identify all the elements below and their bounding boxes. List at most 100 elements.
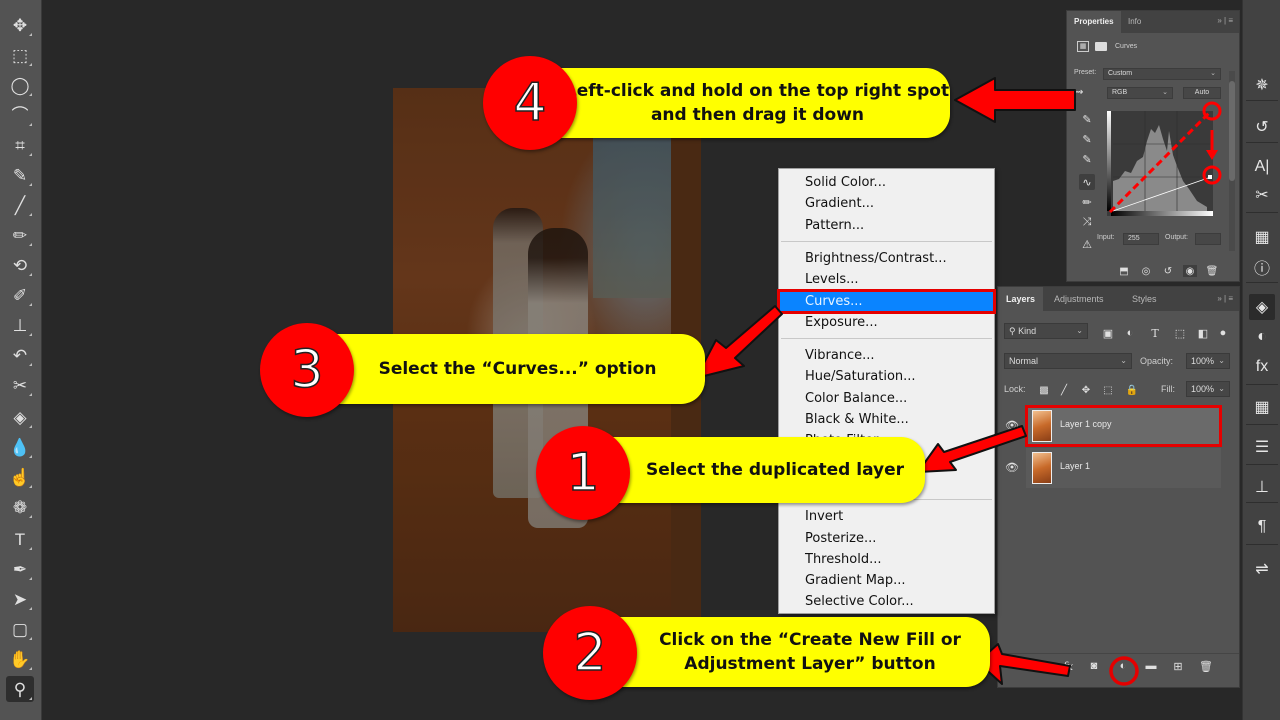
styles-icon[interactable]: fx xyxy=(1249,354,1275,380)
new-fill-adjustment-layer-icon[interactable]: ◐ xyxy=(1115,659,1131,673)
clip-to-layer-icon[interactable]: ⬒ xyxy=(1117,265,1131,277)
3d-icon[interactable]: ▦ xyxy=(1249,224,1275,250)
clone-stamp-tool[interactable]: ⊥ xyxy=(6,312,34,338)
visibility-icon[interactable]: ◉ xyxy=(1183,265,1197,277)
character-icon[interactable]: A| xyxy=(1249,154,1275,180)
clone-source-icon[interactable]: ⊥ xyxy=(1249,474,1275,500)
menu-item[interactable]: Gradient... xyxy=(779,193,994,214)
tab-info[interactable]: Info xyxy=(1121,11,1148,33)
menu-item[interactable]: Black & White... xyxy=(779,409,994,430)
white-point-eyedropper-icon[interactable]: ✎ xyxy=(1079,151,1095,167)
layer-body[interactable]: Layer 1 xyxy=(1026,448,1221,488)
menu-item[interactable]: Vibrance... xyxy=(779,345,994,366)
add-mask-icon[interactable]: ◙ xyxy=(1086,659,1102,673)
scrollbar-thumb[interactable] xyxy=(1229,81,1235,181)
mixer-brush-tool[interactable]: ✐ xyxy=(6,282,34,308)
lasso-tool[interactable]: ◯ xyxy=(6,72,34,98)
filter-toggle-icon[interactable]: ● xyxy=(1216,326,1230,340)
layers-icon[interactable]: ◈ xyxy=(1249,294,1275,320)
menu-item[interactable]: Gradient Map... xyxy=(779,570,994,591)
blur-tool[interactable]: 💧 xyxy=(6,434,34,460)
paragraph-icon[interactable]: ¶ xyxy=(1249,514,1275,540)
layer-item[interactable]: 👁 Layer 1 copy xyxy=(998,405,1241,447)
color-replacement-tool[interactable]: ⟲ xyxy=(6,252,34,278)
glyphs-icon[interactable]: ⇌ xyxy=(1249,556,1275,582)
filter-shape-icon[interactable]: ⬚ xyxy=(1173,326,1187,340)
filter-smart-object-icon[interactable]: ◧ xyxy=(1196,326,1210,340)
crop-tool[interactable]: ⌗ xyxy=(6,132,34,158)
lock-transparent-icon[interactable]: ▩ xyxy=(1038,383,1050,397)
curve-edit-icon[interactable]: ∿ xyxy=(1079,174,1095,190)
tab-layers[interactable]: Layers xyxy=(998,287,1044,311)
healing-brush-tool[interactable]: ╱ xyxy=(6,192,34,218)
output-field[interactable] xyxy=(1195,233,1221,245)
tab-properties[interactable]: Properties xyxy=(1067,11,1121,33)
fx-icon[interactable]: fx xyxy=(1060,659,1076,673)
filter-adjustment-icon[interactable]: ◐ xyxy=(1123,326,1137,340)
pencil-tool[interactable]: ✏ xyxy=(6,222,34,248)
blend-mode-select[interactable]: Normal ⌄ xyxy=(1004,353,1132,369)
lock-all-icon[interactable]: 🔒 xyxy=(1126,383,1138,397)
eyedropper-tool[interactable]: ✎ xyxy=(6,162,34,188)
menu-item[interactable]: Threshold... xyxy=(779,549,994,570)
pencil-draw-icon[interactable]: ✏ xyxy=(1079,194,1095,210)
targeted-adjustment-icon[interactable]: ⇝ xyxy=(1075,87,1083,98)
smooth-icon[interactable]: ⤨ xyxy=(1079,214,1095,230)
panel-menu-icon[interactable]: » | ≡ xyxy=(1217,294,1233,303)
menu-item[interactable]: Hue/Saturation... xyxy=(779,366,994,387)
menu-item[interactable]: Solid Color... xyxy=(779,172,994,193)
menu-item[interactable]: Exposure... xyxy=(779,312,994,333)
filter-type-icon[interactable]: T xyxy=(1148,326,1162,340)
paint-bucket-tool[interactable]: ◈ xyxy=(6,404,34,430)
type-tool[interactable]: T xyxy=(6,526,34,552)
menu-item[interactable]: Posterize... xyxy=(779,528,994,549)
black-point-eyedropper-icon[interactable]: ✎ xyxy=(1079,111,1095,127)
zoom-tool[interactable]: ⚲ xyxy=(6,676,34,702)
opacity-field[interactable]: 100% ⌄ xyxy=(1186,353,1230,369)
tools-icon[interactable]: ✂ xyxy=(1249,182,1275,208)
panel-menu-icon[interactable]: » | ≡ xyxy=(1217,16,1233,25)
info-icon[interactable]: ⓘ xyxy=(1249,254,1275,280)
menu-item[interactable]: Invert xyxy=(779,506,994,527)
input-field[interactable]: 255 xyxy=(1123,233,1159,245)
navigator-icon[interactable]: ✵ xyxy=(1249,72,1275,98)
adjustments-icon[interactable]: ◐ xyxy=(1249,324,1275,350)
menu-item[interactable]: Brightness/Contrast... xyxy=(779,248,994,269)
layer-item[interactable]: 👁 Layer 1 xyxy=(998,448,1241,488)
move-tool[interactable]: ✥ xyxy=(6,12,34,38)
reset-icon[interactable]: ↺ xyxy=(1161,265,1175,277)
new-group-icon[interactable]: ▬ xyxy=(1143,659,1159,673)
gray-point-eyedropper-icon[interactable]: ✎ xyxy=(1079,131,1095,147)
layer-body[interactable]: Layer 1 copy xyxy=(1025,405,1222,447)
filter-kind-select[interactable]: ⚲ Kind ⌄ xyxy=(1004,323,1088,339)
menu-item[interactable]: Pattern... xyxy=(779,215,994,236)
pen-tool[interactable]: ✒ xyxy=(6,556,34,582)
delete-icon[interactable]: 🗑 xyxy=(1205,265,1219,277)
marquee-tool[interactable]: ⬚ xyxy=(6,42,34,68)
brush-presets-icon[interactable]: ☰ xyxy=(1249,434,1275,460)
new-layer-icon[interactable]: ⊞ xyxy=(1170,659,1186,673)
background-eraser-tool[interactable]: ✂ xyxy=(6,372,34,398)
lock-artboard-icon[interactable]: ⬚ xyxy=(1102,383,1114,397)
properties-scrollbar[interactable] xyxy=(1229,71,1235,251)
eye-icon[interactable]: 👁 xyxy=(1005,461,1019,474)
rectangle-tool[interactable]: ▢ xyxy=(6,616,34,642)
lock-image-icon[interactable]: ╱ xyxy=(1058,383,1070,397)
quick-selection-tool[interactable]: ⌒ xyxy=(6,102,34,128)
tab-styles[interactable]: Styles xyxy=(1124,287,1165,311)
history-icon[interactable]: ↺ xyxy=(1249,114,1275,140)
menu-item[interactable]: Color Balance... xyxy=(779,388,994,409)
auto-button[interactable]: Auto xyxy=(1183,87,1221,99)
preset-select[interactable]: Custom ⌄ xyxy=(1103,68,1221,80)
tab-adjustments[interactable]: Adjustments xyxy=(1046,287,1112,311)
hand-tool[interactable]: ✋ xyxy=(6,646,34,672)
menu-item[interactable]: Curves... xyxy=(777,288,996,314)
path-selection-tool[interactable]: ➤ xyxy=(6,586,34,612)
swatches-icon[interactable]: ▦ xyxy=(1249,394,1275,420)
menu-item[interactable]: Levels... xyxy=(779,269,994,290)
smudge-tool[interactable]: ☝ xyxy=(6,464,34,490)
lock-position-icon[interactable]: ✥ xyxy=(1080,383,1092,397)
history-brush-tool[interactable]: ↶ xyxy=(6,342,34,368)
sponge-tool[interactable]: ❁ xyxy=(6,494,34,520)
delete-layer-icon[interactable]: 🗑 xyxy=(1198,659,1214,673)
